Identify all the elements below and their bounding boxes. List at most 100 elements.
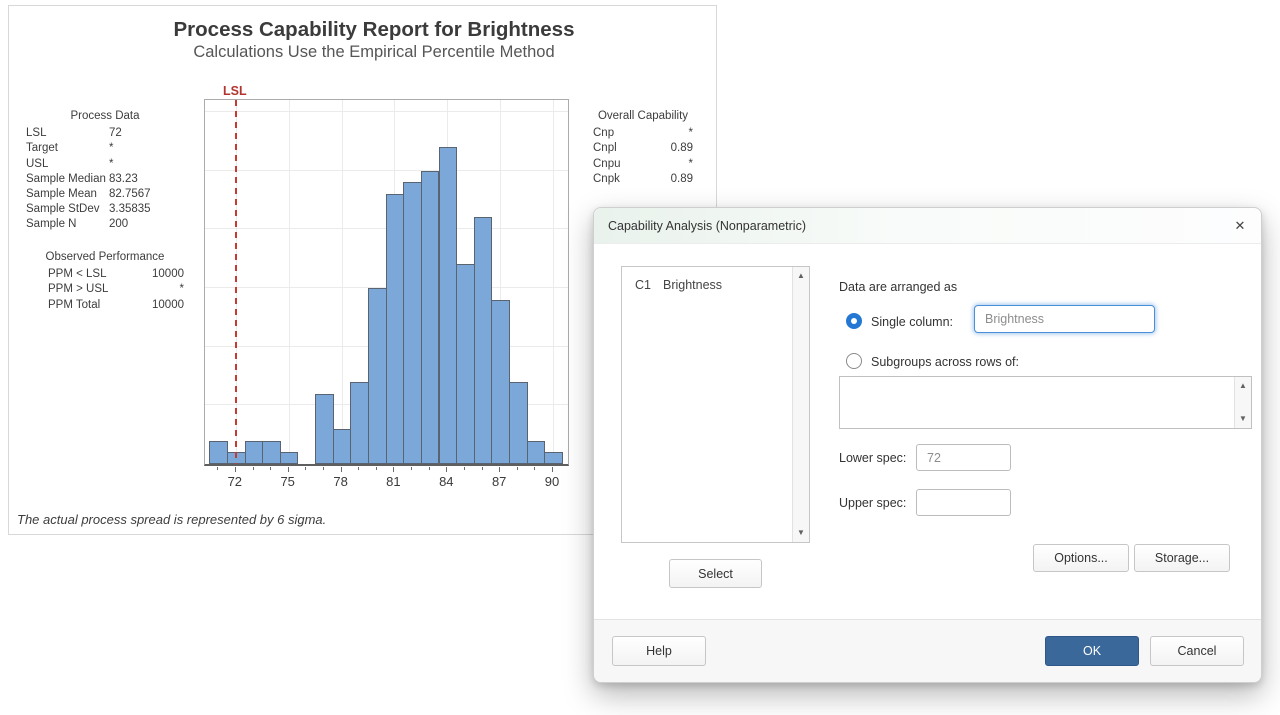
observed-performance-rows: PPM < LSL10000PPM > USL*PPM Total10000 — [26, 267, 184, 313]
stat-value: 0.89 — [645, 172, 693, 187]
stat-row: Sample Mean82.7567 — [26, 187, 184, 202]
x-axis-tick — [534, 467, 535, 470]
x-axis-tick-label: 84 — [431, 474, 461, 489]
x-axis-tick — [358, 467, 359, 470]
overall-capability-panel: Overall Capability Cnp*Cnpl0.89Cnpu*Cnpk… — [593, 109, 693, 187]
gridline-horizontal — [205, 111, 568, 112]
single-column-label: Single column: — [871, 315, 953, 329]
stat-value: 10000 — [132, 298, 184, 313]
stat-value: * — [109, 157, 184, 172]
scroll-down-icon[interactable]: ▼ — [793, 525, 809, 541]
help-button[interactable]: Help — [612, 636, 706, 666]
observed-performance-header: Observed Performance — [26, 250, 184, 265]
close-icon[interactable]: ✕ — [1229, 216, 1251, 236]
stat-value: 83.23 — [109, 172, 184, 187]
x-axis-tick — [517, 467, 518, 470]
histogram-bar — [527, 441, 546, 465]
single-column-radio[interactable] — [846, 313, 862, 329]
lsl-reference-label: LSL — [223, 84, 247, 98]
stat-row: PPM < LSL10000 — [26, 267, 184, 282]
overall-capability-rows: Cnp*Cnpl0.89Cnpu*Cnpk0.89 — [593, 126, 693, 187]
cancel-button[interactable]: Cancel — [1150, 636, 1244, 666]
report-footnote: The actual process spread is represented… — [17, 512, 326, 527]
lower-spec-input[interactable] — [916, 444, 1011, 471]
stat-row: Target* — [26, 141, 184, 156]
variable-list-item[interactable]: C1 Brightness — [622, 267, 792, 292]
stat-value: 200 — [109, 217, 184, 232]
histogram-bar — [315, 394, 334, 465]
scroll-up-icon[interactable]: ▲ — [1235, 378, 1251, 394]
subgroups-input[interactable]: ▲ ▼ — [839, 376, 1252, 429]
single-column-input[interactable] — [974, 305, 1155, 333]
plot-area — [204, 99, 569, 466]
dialog-footer: Help OK Cancel — [594, 619, 1261, 682]
stat-row: Sample N200 — [26, 217, 184, 232]
capability-analysis-dialog: Capability Analysis (Nonparametric) ✕ C1… — [593, 207, 1262, 683]
histogram-bar — [403, 182, 422, 464]
stat-label: Cnp — [593, 126, 645, 141]
gridline-horizontal — [205, 170, 568, 171]
stat-label: Cnpl — [593, 141, 645, 156]
x-axis-tick-label: 72 — [220, 474, 250, 489]
process-data-panel: Process Data LSL72Target*USL*Sample Medi… — [26, 109, 184, 233]
dialog-title: Capability Analysis (Nonparametric) — [608, 208, 806, 244]
x-axis-tick-label: 75 — [273, 474, 303, 489]
data-arranged-label: Data are arranged as — [839, 280, 957, 294]
histogram-bar — [262, 441, 281, 465]
stat-label: Sample StDev — [26, 202, 109, 217]
ok-button[interactable]: OK — [1045, 636, 1139, 666]
upper-spec-input[interactable] — [916, 489, 1011, 516]
x-axis-tick — [253, 467, 254, 470]
scroll-up-icon[interactable]: ▲ — [793, 268, 809, 284]
stat-row: Cnpl0.89 — [593, 141, 693, 156]
histogram-bar — [333, 429, 352, 464]
listbox-scrollbar[interactable]: ▲ ▼ — [792, 267, 809, 542]
stat-row: PPM > USL* — [26, 282, 184, 297]
histogram-bar — [245, 441, 264, 465]
subgroups-scrollbar[interactable]: ▲ ▼ — [1234, 377, 1251, 428]
histogram-bar — [209, 441, 228, 465]
stat-label: Cnpu — [593, 157, 645, 172]
x-axis-tick — [323, 467, 324, 470]
subgroups-radio[interactable] — [846, 353, 862, 369]
select-button[interactable]: Select — [669, 559, 762, 588]
histogram-bar — [544, 452, 563, 464]
subgroups-label: Subgroups across rows of: — [871, 355, 1019, 369]
process-data-rows: LSL72Target*USL*Sample Median83.23Sample… — [26, 126, 184, 232]
x-axis-tick — [464, 467, 465, 470]
variable-listbox[interactable]: C1 Brightness ▲ ▼ — [621, 266, 810, 543]
dialog-titlebar[interactable]: Capability Analysis (Nonparametric) ✕ — [594, 208, 1261, 244]
variable-column-id: C1 — [635, 278, 651, 292]
storage-button[interactable]: Storage... — [1134, 544, 1230, 572]
overall-capability-header: Overall Capability — [593, 109, 693, 124]
histogram-bar — [350, 382, 369, 464]
scroll-down-icon[interactable]: ▼ — [1235, 411, 1251, 427]
gridline-vertical — [289, 100, 290, 464]
stat-label: Target — [26, 141, 109, 156]
options-button[interactable]: Options... — [1033, 544, 1129, 572]
histogram-bar — [368, 288, 387, 464]
stat-row: USL* — [26, 157, 184, 172]
stat-value: * — [109, 141, 184, 156]
x-axis-tick — [393, 467, 394, 472]
x-axis-tick-label: 87 — [484, 474, 514, 489]
stat-row: Cnpu* — [593, 157, 693, 172]
stat-row: Cnpk0.89 — [593, 172, 693, 187]
x-axis-tick — [235, 467, 236, 472]
stat-row: LSL72 — [26, 126, 184, 141]
stat-value: * — [645, 126, 693, 141]
gridline-vertical — [342, 100, 343, 464]
stat-label: Sample Median — [26, 172, 109, 187]
x-axis-tick — [446, 467, 447, 472]
stat-value: 82.7567 — [109, 187, 184, 202]
histogram-bar — [474, 217, 493, 464]
histogram-bar — [509, 382, 528, 464]
stat-value: 3.35835 — [109, 202, 184, 217]
stat-label: Cnpk — [593, 172, 645, 187]
stat-value: 0.89 — [645, 141, 693, 156]
x-axis-tick — [217, 467, 218, 470]
x-axis-tick — [305, 467, 306, 470]
observed-performance-panel: Observed Performance PPM < LSL10000PPM >… — [26, 250, 184, 313]
histogram-bar — [456, 264, 475, 464]
stat-label: Sample N — [26, 217, 109, 232]
